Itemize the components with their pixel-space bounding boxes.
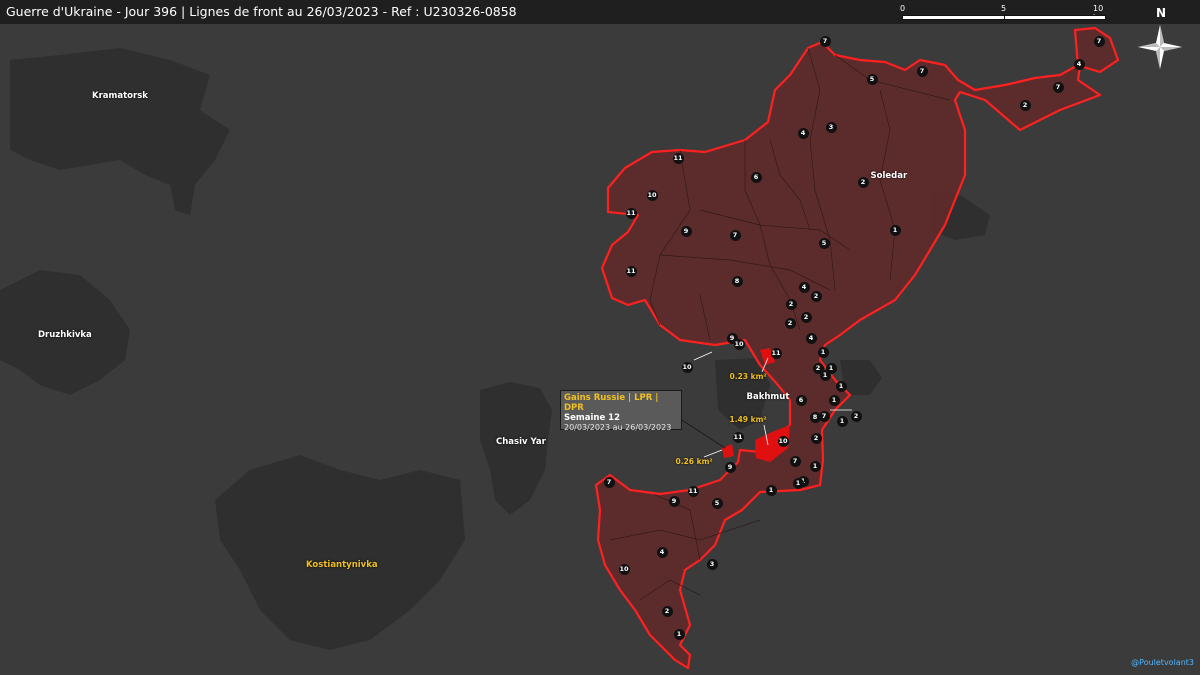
unit-marker[interactable]: 1	[889, 224, 901, 236]
unit-marker[interactable]: 5	[866, 73, 878, 85]
unit-marker[interactable]: 2	[810, 290, 822, 302]
scale-bar-divider	[1004, 15, 1005, 20]
unit-marker[interactable]: 1	[835, 380, 847, 392]
city-label: Soledar	[870, 171, 908, 181]
scale-label-0: 0	[900, 4, 906, 13]
legend-heading: Gains Russie | LPR | DPR	[564, 393, 659, 413]
city-label: Kostiantynivka	[306, 560, 378, 570]
north-label: N	[1156, 6, 1167, 20]
unit-marker[interactable]: 2	[661, 605, 673, 617]
city-label: Druzhkivka	[38, 330, 92, 340]
unit-marker[interactable]: 1	[792, 477, 804, 489]
city-label: Kramatorsk	[92, 91, 148, 101]
urban-area-chasiv-yar	[480, 382, 552, 515]
unit-marker[interactable]: 7	[603, 476, 615, 488]
title-bar: Guerre d'Ukraine - Jour 396 | Lignes de …	[0, 0, 1200, 24]
unit-marker[interactable]: 3	[825, 121, 837, 133]
unit-marker[interactable]: 4	[1073, 58, 1085, 70]
unit-marker[interactable]: 7	[789, 455, 801, 467]
unit-marker[interactable]: 11	[687, 485, 699, 497]
unit-marker[interactable]: 7	[1052, 81, 1064, 93]
unit-marker[interactable]: 3	[706, 558, 718, 570]
unit-marker[interactable]: 2	[785, 298, 797, 310]
unit-marker[interactable]: 2	[1019, 99, 1031, 111]
unit-marker[interactable]: 10	[681, 361, 693, 373]
compass-rose-icon	[1138, 25, 1182, 69]
unit-marker[interactable]: 11	[672, 152, 684, 164]
urban-area-kramatorsk	[10, 48, 230, 215]
unit-marker[interactable]: 2	[857, 176, 869, 188]
infobox-pointer	[681, 419, 726, 449]
unit-marker[interactable]: 1	[673, 628, 685, 640]
unit-marker[interactable]: 10	[733, 338, 745, 350]
gain-area-west	[722, 444, 734, 458]
city-label: Chasiv Yar	[496, 437, 546, 447]
unit-marker[interactable]: 9	[724, 461, 736, 473]
unit-marker[interactable]: 1	[809, 460, 821, 472]
scale-bar: 0 5 10 km	[900, 4, 1110, 22]
unit-marker[interactable]: 7	[729, 229, 741, 241]
unit-marker[interactable]: 11	[625, 265, 637, 277]
unit-marker[interactable]: 7	[818, 410, 830, 422]
gain-area-label: 1.49 km²	[729, 415, 767, 424]
unit-marker[interactable]: 5	[818, 237, 830, 249]
unit-marker[interactable]: 8	[731, 275, 743, 287]
map-canvas[interactable]	[0, 0, 1200, 675]
unit-marker[interactable]: 1	[828, 394, 840, 406]
unit-marker[interactable]: 1	[819, 369, 831, 381]
scale-label-5: 5	[1001, 4, 1007, 13]
unit-marker[interactable]: 5	[711, 497, 723, 509]
unit-marker[interactable]: 4	[805, 332, 817, 344]
city-label: Bakhmut	[746, 392, 790, 402]
gain-area-label: 0.26 km²	[675, 457, 713, 466]
unit-marker[interactable]: 7	[1093, 35, 1105, 47]
unit-marker[interactable]: 10	[646, 189, 658, 201]
unit-marker[interactable]: 4	[797, 127, 809, 139]
gain-area-label: 0.23 km²	[729, 372, 767, 381]
urban-area-kostiantynivka	[215, 455, 465, 650]
unit-marker[interactable]: 2	[784, 317, 796, 329]
unit-marker[interactable]: 7	[916, 65, 928, 77]
unit-marker[interactable]: 10	[618, 563, 630, 575]
unit-marker[interactable]: 9	[680, 225, 692, 237]
unit-marker[interactable]: 11	[732, 431, 744, 443]
unit-marker[interactable]: 9	[668, 495, 680, 507]
unit-marker[interactable]: 11	[625, 207, 637, 219]
unit-marker[interactable]: 11	[770, 347, 782, 359]
unit-marker[interactable]: 1	[765, 484, 777, 496]
unit-marker[interactable]: 6	[795, 394, 807, 406]
legend-dates: 20/03/2023 au 26/03/2023	[564, 423, 672, 432]
unit-marker[interactable]: 2	[850, 410, 862, 422]
unit-marker[interactable]: 4	[798, 281, 810, 293]
unit-marker[interactable]: 2	[810, 432, 822, 444]
unit-marker[interactable]: 1	[836, 415, 848, 427]
occupied-territory	[594, 26, 1120, 670]
legend-box: Gains Russie | LPR | DPR Semaine 12 20/0…	[560, 390, 682, 432]
unit-marker[interactable]: 2	[800, 311, 812, 323]
unit-marker[interactable]: 6	[750, 171, 762, 183]
map-title: Guerre d'Ukraine - Jour 396 | Lignes de …	[6, 4, 517, 19]
legend-week: Semaine 12	[564, 413, 620, 423]
unit-marker[interactable]: 1	[817, 346, 829, 358]
author-credit: @Pouletvolant3	[1131, 658, 1194, 667]
unit-marker[interactable]: 7	[819, 35, 831, 47]
unit-marker[interactable]: 4	[656, 546, 668, 558]
unit-marker[interactable]: 10	[777, 435, 789, 447]
